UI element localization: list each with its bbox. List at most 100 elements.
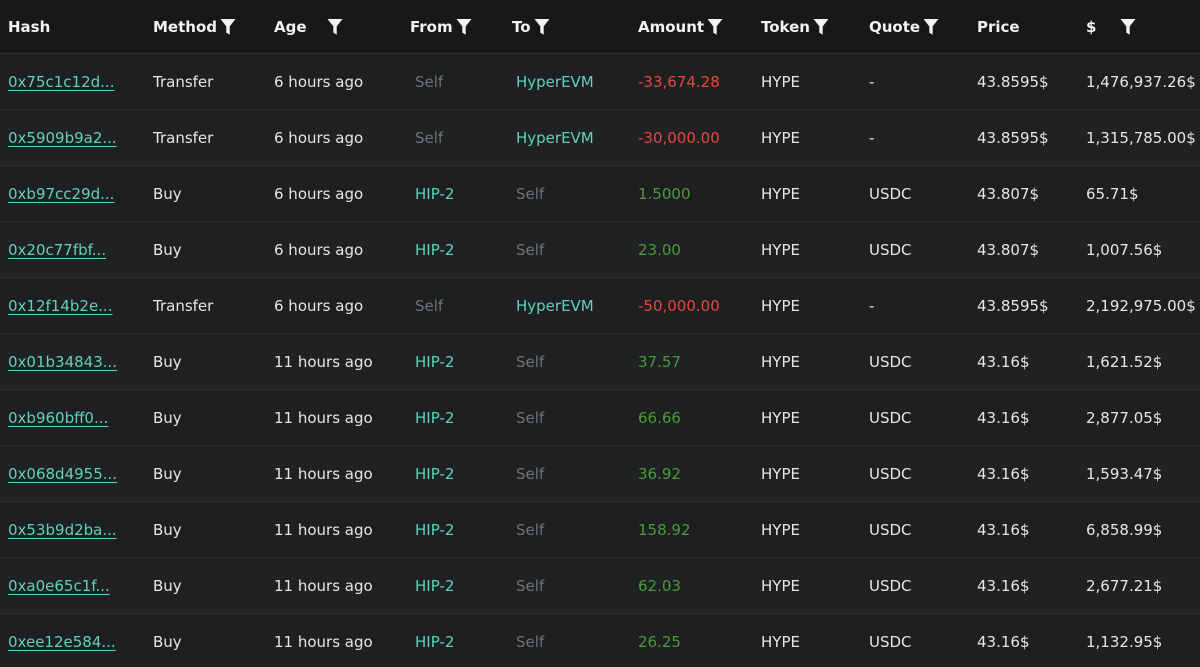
cell-to: Self <box>516 222 544 277</box>
from-link[interactable]: HIP-2 <box>415 633 454 651</box>
tx-hash-link[interactable]: 0xb97cc29d... <box>8 185 114 203</box>
token-text: HYPE <box>761 464 800 483</box>
table-row[interactable]: 0xee12e584... Buy 11 hours ago HIP-2 Self 26.… <box>0 614 1200 667</box>
table-row[interactable]: 0x068d4955... Buy 11 hours ago HIP-2 Self 36.… <box>0 446 1200 502</box>
filter-icon[interactable] <box>1120 18 1136 36</box>
quote-text: - <box>869 296 875 315</box>
cell-token: HYPE <box>761 446 800 501</box>
from-link[interactable]: HIP-2 <box>415 353 454 371</box>
filter-icon[interactable] <box>923 18 939 36</box>
column-header-label: Age <box>274 17 307 36</box>
cell-token: HYPE <box>761 278 800 333</box>
table-row[interactable]: 0x53b9d2ba... Buy 11 hours ago HIP-2 Self 158… <box>0 502 1200 558</box>
tx-hash-link[interactable]: 0x75c1c12d... <box>8 73 114 91</box>
to-self: Self <box>516 408 545 427</box>
from-link[interactable]: HIP-2 <box>415 241 454 259</box>
from-link[interactable]: HIP-2 <box>415 521 454 539</box>
tx-hash-link[interactable]: 0x5909b9a2... <box>8 129 117 147</box>
table-row[interactable]: 0xb960bff0... Buy 11 hours ago HIP-2 Self 66.… <box>0 390 1200 446</box>
tx-hash-link[interactable]: 0x53b9d2ba... <box>8 521 117 539</box>
tx-hash-link[interactable]: 0xa0e65c1f... <box>8 577 110 595</box>
column-header-from: From <box>410 0 472 53</box>
usd-value: 6,858.99$ <box>1086 520 1163 539</box>
cell-token: HYPE <box>761 334 800 389</box>
tx-hash-link[interactable]: 0x01b34843... <box>8 353 117 371</box>
method-text: Buy <box>153 520 182 539</box>
method-text: Transfer <box>153 72 214 91</box>
cell-from: HIP-2 <box>415 502 454 557</box>
tx-hash-link[interactable]: 0xee12e584... <box>8 633 116 651</box>
quote-text: USDC <box>869 520 912 539</box>
filter-icon[interactable] <box>327 18 343 36</box>
table-row[interactable]: 0x75c1c12d... Transfer 6 hours ago Self Hype… <box>0 54 1200 110</box>
tx-hash-link[interactable]: 0x12f14b2e... <box>8 297 112 315</box>
cell-quote: USDC <box>869 558 912 613</box>
table-row[interactable]: 0x5909b9a2... Transfer 6 hours ago Self Hype… <box>0 110 1200 166</box>
column-header-amount: Amount <box>638 0 723 53</box>
cell-usd: 2,877.05$ <box>1086 390 1162 445</box>
cell-from: Self <box>415 110 443 165</box>
cell-from: HIP-2 <box>415 558 454 613</box>
cell-price: 43.8595$ <box>977 110 1049 165</box>
to-link[interactable]: HyperEVM <box>516 129 594 147</box>
price-value: 43.16$ <box>977 520 1030 539</box>
filter-icon[interactable] <box>813 18 829 36</box>
to-link[interactable]: HyperEVM <box>516 73 594 91</box>
cell-method: Buy <box>153 166 182 221</box>
from-self: Self <box>415 72 444 91</box>
table-row[interactable]: 0xb97cc29d... Buy 6 hours ago HIP-2 Self 1.50… <box>0 166 1200 222</box>
cell-token: HYPE <box>761 166 800 221</box>
cell-price: 43.807$ <box>977 166 1039 221</box>
quote-text: - <box>869 72 875 91</box>
price-value: 43.16$ <box>977 464 1030 483</box>
cell-method: Buy <box>153 334 182 389</box>
price-value: 43.8595$ <box>977 296 1049 315</box>
filter-icon[interactable] <box>220 18 236 36</box>
cell-hash: 0x20c77fbf... <box>8 222 106 277</box>
cell-age: 6 hours ago <box>274 222 363 277</box>
cell-hash: 0x12f14b2e... <box>8 278 112 333</box>
to-self: Self <box>516 576 545 595</box>
to-link[interactable]: HyperEVM <box>516 297 594 315</box>
tx-hash-link[interactable]: 0x068d4955... <box>8 465 117 483</box>
usd-value: 1,007.56$ <box>1086 240 1163 259</box>
cell-price: 43.16$ <box>977 614 1030 667</box>
age-text: 6 hours ago <box>274 240 364 259</box>
cell-amount: -30,000.00 <box>638 110 720 165</box>
tx-hash-link[interactable]: 0x20c77fbf... <box>8 241 106 259</box>
cell-method: Transfer <box>153 278 213 333</box>
table-row[interactable]: 0x12f14b2e... Transfer 6 hours ago Self Hype… <box>0 278 1200 334</box>
cell-token: HYPE <box>761 558 800 613</box>
column-header-label: From <box>410 17 453 36</box>
filter-icon[interactable] <box>456 18 472 36</box>
cell-to: Self <box>516 614 544 667</box>
cell-to: HyperEVM <box>516 110 594 165</box>
tx-hash-link[interactable]: 0xb960bff0... <box>8 409 108 427</box>
age-text: 11 hours ago <box>274 408 373 427</box>
filter-icon[interactable] <box>707 18 723 36</box>
from-link[interactable]: HIP-2 <box>415 577 454 595</box>
age-text: 11 hours ago <box>274 352 373 371</box>
price-value: 43.16$ <box>977 632 1030 651</box>
quote-text: - <box>869 128 875 147</box>
cell-price: 43.16$ <box>977 558 1030 613</box>
amount-value: -50,000.00 <box>638 296 720 315</box>
column-header-label: Token <box>761 17 810 36</box>
from-link[interactable]: HIP-2 <box>415 185 454 203</box>
table-row[interactable]: 0x20c77fbf... Buy 6 hours ago HIP-2 Self 23.0… <box>0 222 1200 278</box>
table-row[interactable]: 0xa0e65c1f... Buy 11 hours ago HIP-2 Self 62.… <box>0 558 1200 614</box>
age-text: 6 hours ago <box>274 184 364 203</box>
token-text: HYPE <box>761 184 800 203</box>
filter-icon[interactable] <box>534 18 550 36</box>
cell-usd: 1,476,937.26$ <box>1086 54 1196 109</box>
cell-amount: 62.03 <box>638 558 681 613</box>
method-text: Transfer <box>153 128 214 147</box>
from-link[interactable]: HIP-2 <box>415 465 454 483</box>
table-body: 0x75c1c12d... Transfer 6 hours ago Self Hype… <box>0 54 1200 667</box>
cell-age: 11 hours ago <box>274 502 373 557</box>
from-link[interactable]: HIP-2 <box>415 409 454 427</box>
transactions-table: Hash Method Age From To Amount Token Quo… <box>0 0 1200 667</box>
table-header: Hash Method Age From To Amount Token Quo… <box>0 0 1200 54</box>
table-row[interactable]: 0x01b34843... Buy 11 hours ago HIP-2 Self 37.… <box>0 334 1200 390</box>
cell-price: 43.807$ <box>977 222 1039 277</box>
